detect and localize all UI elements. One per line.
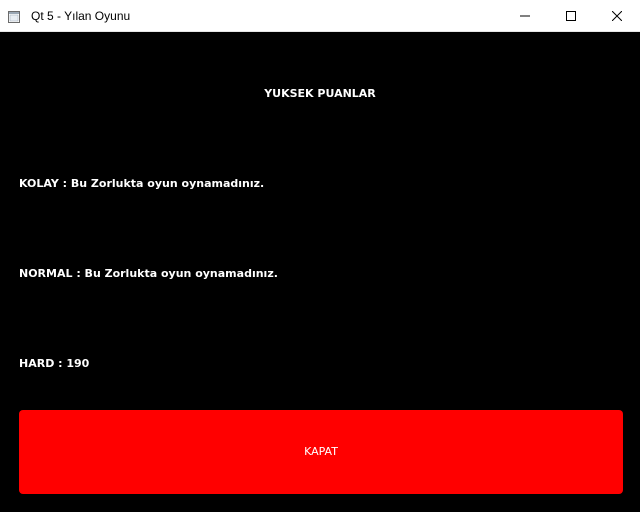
score-easy: KOLAY : Bu Zorlukta oyun oynamadınız. xyxy=(19,177,265,190)
high-scores-heading: YUKSEK PUANLAR xyxy=(264,87,376,100)
window-title: Qt 5 - Yılan Oyunu xyxy=(31,9,131,23)
close-icon xyxy=(612,11,622,21)
close-window-button[interactable] xyxy=(594,0,640,32)
high-scores-panel: YUKSEK PUANLAR KOLAY : Bu Zorlukta oyun … xyxy=(0,32,640,512)
close-button[interactable]: KAPAT xyxy=(19,410,623,494)
title-bar[interactable]: Qt 5 - Yılan Oyunu xyxy=(0,0,640,32)
score-hard: HARD : 190 xyxy=(19,357,90,370)
minimize-button[interactable] xyxy=(502,0,548,32)
app-window: Qt 5 - Yılan Oyunu YUKSEK PUANLAR KOLAY … xyxy=(0,0,640,512)
maximize-button[interactable] xyxy=(548,0,594,32)
app-window-icon xyxy=(8,10,20,23)
score-normal: NORMAL : Bu Zorlukta oyun oynamadınız. xyxy=(19,267,278,280)
minimize-icon xyxy=(520,15,530,17)
maximize-icon xyxy=(566,11,576,21)
